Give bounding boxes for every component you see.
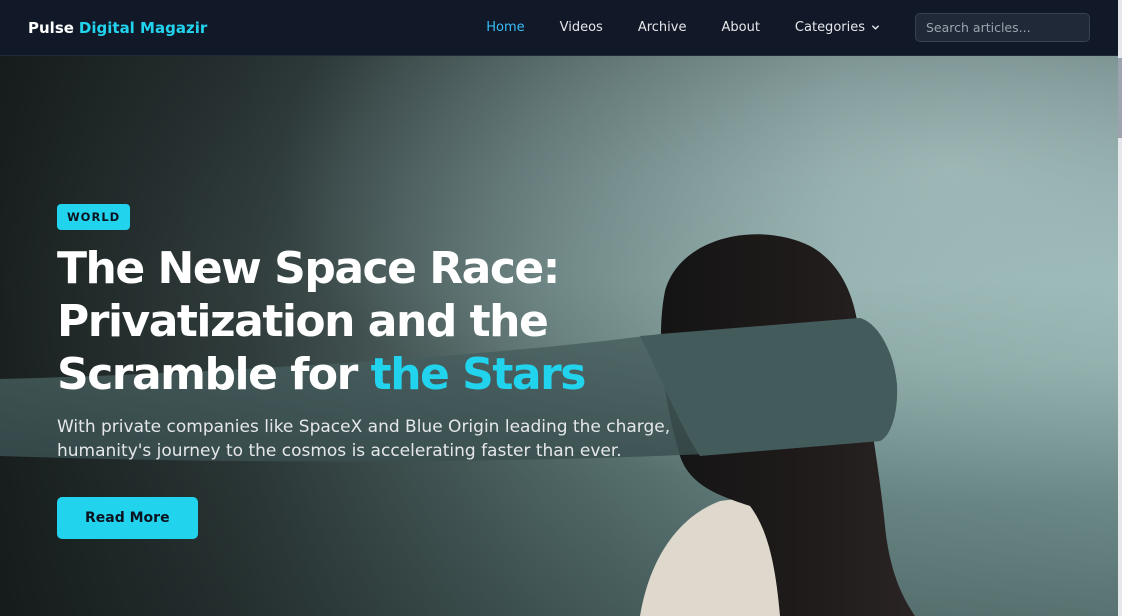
category-badge[interactable]: WORLD [57, 204, 131, 230]
hero-headline-accent: the Stars [370, 349, 587, 400]
nav-links: Home Videos Archive About Categories [486, 13, 1090, 42]
brand-logo[interactable]: Pulse Digital Magazir [28, 19, 207, 37]
brand-second-word: Digital Magazir [78, 18, 208, 37]
scrollbar-thumb[interactable] [1118, 58, 1122, 138]
hero-subtitle: With private companies like SpaceX and B… [57, 417, 671, 461]
hero-section: WORLD The New Space Race: Privatization … [0, 56, 1118, 616]
nav-link-home[interactable]: Home [486, 20, 524, 35]
search-input[interactable] [915, 13, 1090, 42]
page: Pulse Digital Magazir Home Videos Archiv… [0, 0, 1122, 616]
hero-headline: The New Space Race: Privatization and th… [57, 242, 757, 401]
nav-link-archive[interactable]: Archive [638, 20, 687, 35]
nav-dropdown-categories[interactable]: Categories [795, 20, 880, 35]
read-more-button[interactable]: Read More [57, 497, 198, 539]
brand-first-word: Pulse [28, 18, 74, 37]
nav-link-videos[interactable]: Videos [560, 20, 603, 35]
nav-dropdown-label: Categories [794, 20, 865, 35]
hero-content: WORLD The New Space Race: Privatization … [57, 204, 757, 539]
chevron-down-icon [872, 25, 879, 30]
navbar: Pulse Digital Magazir Home Videos Archiv… [0, 0, 1118, 56]
nav-link-about[interactable]: About [721, 20, 759, 35]
